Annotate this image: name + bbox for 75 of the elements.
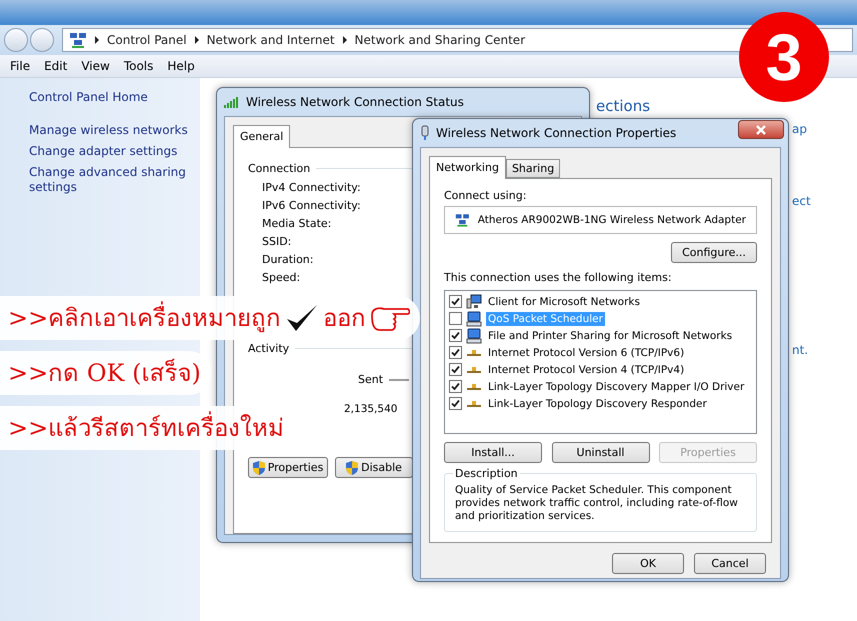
checkbox[interactable] (449, 295, 462, 308)
field-label: SSID: (262, 235, 292, 248)
sent-value: 2,135,540 (344, 403, 398, 415)
instruction-text: >>แล้วรีสตาร์ทเครื่องใหม่ (8, 406, 284, 450)
link-text: ections (596, 97, 650, 115)
menu-item[interactable]: File (4, 57, 36, 75)
sidebar-link[interactable]: Control Panel Home (29, 90, 189, 105)
field-label: This connection uses the following items: (444, 271, 673, 284)
instruction-text: >>คลิกเอาเครื่องหมายถูก (8, 296, 282, 340)
checkbox[interactable] (449, 380, 462, 393)
dialog-button[interactable]: Properties (248, 457, 328, 478)
computer-icon (466, 328, 482, 344)
sent-label: Sent (358, 373, 384, 386)
dialog-button[interactable]: Uninstall (552, 442, 650, 463)
network-icon (455, 212, 470, 228)
tab[interactable]: General (233, 125, 290, 148)
close-button[interactable] (738, 120, 784, 139)
menu-item[interactable]: View (75, 57, 116, 75)
group-heading: Connection (248, 162, 310, 175)
menu-item[interactable]: Help (161, 57, 201, 75)
chevron-icon (342, 36, 347, 44)
checkbox[interactable] (449, 363, 462, 376)
description-text: Quality of Service Packet Scheduler. This component provides network traffic control, including rate-of-flow and prioritization services. (455, 484, 739, 523)
dialog-title: Wireless Network Connection Status (246, 95, 464, 109)
sidebar-link[interactable]: Manage wireless networks (29, 123, 189, 138)
tab[interactable]: Networking (429, 156, 506, 179)
link-text: ap (792, 122, 807, 136)
chevron-icon (95, 36, 99, 44)
dialog-button[interactable]: OK (612, 553, 684, 574)
sidebar-link[interactable]: Change advanced sharing settings (29, 165, 189, 195)
menu-item[interactable]: Tools (118, 57, 160, 75)
field-label: IPv4 Connectivity: (262, 181, 361, 194)
list-item[interactable]: File and Printer Sharing for Microsoft Networks (486, 328, 734, 342)
list-item[interactable]: Client for Microsoft Networks (486, 294, 642, 308)
configure-button[interactable]: Configure... (671, 242, 757, 263)
shield-icon (252, 460, 265, 474)
tab[interactable]: Sharing (506, 159, 560, 178)
sidebar-link[interactable]: Change adapter settings (29, 144, 189, 159)
list-item[interactable]: Internet Protocol Version 4 (TCP/IPv4) (486, 362, 686, 376)
instruction-text: >>กด OK (เสร็จ) (8, 358, 201, 389)
link-text: ect (792, 194, 811, 208)
network-icon (69, 32, 87, 48)
field-label: Speed: (262, 271, 300, 284)
list-item[interactable]: Link-Layer Topology Discovery Mapper I/O Driver (486, 380, 746, 394)
checkbox[interactable] (449, 329, 462, 342)
group-heading: Description (453, 467, 520, 480)
signal-bars-icon (224, 96, 240, 108)
menu-item[interactable]: Edit (38, 57, 74, 75)
dialog-button[interactable]: Install... (444, 442, 542, 463)
list-item[interactable]: Link-Layer Topology Discovery Responder (486, 396, 709, 410)
breadcrumb-item[interactable]: Control Panel (107, 33, 187, 47)
checkbox[interactable] (449, 346, 462, 359)
instruction-text: ออก (323, 303, 366, 334)
field-label: Media State: (262, 217, 332, 230)
dialog-button[interactable]: Cancel (694, 553, 766, 574)
shield-icon (346, 460, 358, 474)
group-heading: Activity (248, 342, 290, 355)
network-adapter-icon (420, 125, 430, 141)
link-text: nt. (792, 343, 808, 357)
dialog-title: Wireless Network Connection Properties (436, 126, 676, 140)
checkbox[interactable] (449, 312, 462, 325)
adapter-field: Atheros AR9002WB-1NG Wireless Network Adapter (444, 206, 757, 234)
breadcrumb-item[interactable]: Network and Sharing Center (354, 33, 526, 47)
computer-network-icon (466, 294, 482, 310)
checkmark-icon (285, 303, 320, 333)
chevron-icon (194, 36, 199, 44)
breadcrumb-item[interactable]: Network and Internet (206, 33, 335, 47)
computer-icon (466, 310, 482, 326)
field-label: Connect using: (444, 189, 528, 202)
checkbox[interactable] (449, 397, 462, 410)
close-icon (755, 124, 767, 134)
list-item[interactable]: Internet Protocol Version 6 (TCP/IPv6) (486, 346, 686, 360)
field-label: Duration: (262, 253, 314, 266)
dialog-button[interactable]: Disable (335, 457, 413, 478)
field-label: IPv6 Connectivity: (262, 199, 361, 212)
